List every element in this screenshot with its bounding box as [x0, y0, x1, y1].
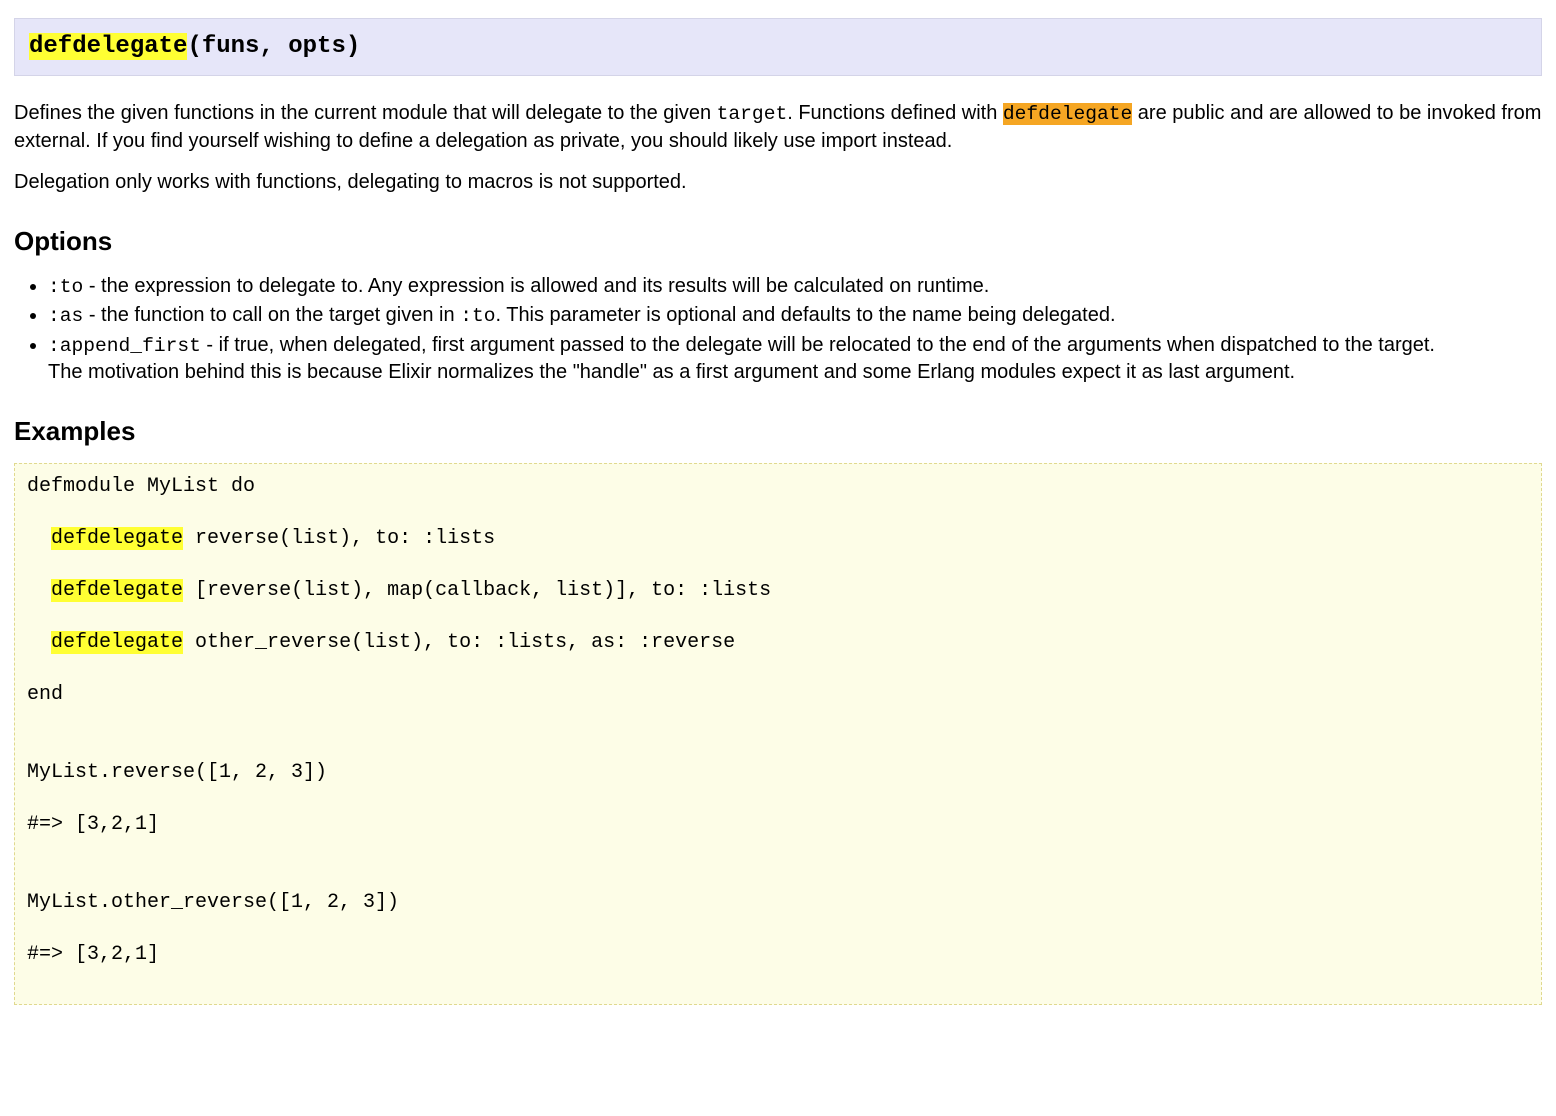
option-name: :append_first	[48, 335, 201, 357]
option-desc: - if true, when delegated, first argumen…	[201, 334, 1435, 356]
description-text: . Functions defined with	[787, 102, 1003, 124]
signature-args: (funs, opts)	[187, 33, 360, 60]
code-line: MyList.reverse([1, 2, 3])	[27, 760, 1529, 786]
options-list: :to - the expression to delegate to. Any…	[14, 273, 1542, 386]
code-text: [reverse(list), map(callback, list)], to…	[183, 579, 771, 602]
code-line: defdelegate [reverse(list), map(callback…	[27, 578, 1529, 604]
options-heading: Options	[14, 224, 1542, 259]
examples-heading: Examples	[14, 414, 1542, 449]
code-example: defmodule MyList do defdelegate reverse(…	[14, 463, 1542, 1005]
description-text: Defines the given functions in the curre…	[14, 102, 717, 124]
macro-name-highlight: defdelegate	[29, 33, 187, 60]
code-line: #=> [3,2,1]	[27, 812, 1529, 838]
option-as: :as - the function to call on the target…	[48, 302, 1542, 329]
code-indent	[27, 579, 51, 602]
option-name: :to	[48, 276, 83, 298]
code-line: end	[27, 682, 1529, 708]
option-append-first: :append_first - if true, when delegated,…	[48, 332, 1542, 386]
description-paragraph-1: Defines the given functions in the curre…	[14, 100, 1542, 154]
code-line: defdelegate other_reverse(list), to: :li…	[27, 630, 1529, 656]
option-desc: . This parameter is optional and default…	[495, 304, 1115, 326]
code-indent	[27, 527, 51, 550]
defdelegate-keyword: defdelegate	[51, 631, 183, 654]
defdelegate-keyword: defdelegate	[51, 579, 183, 602]
defdelegate-keyword: defdelegate	[51, 527, 183, 550]
option-desc: - the function to call on the target giv…	[83, 304, 460, 326]
code-line: MyList.other_reverse([1, 2, 3])	[27, 890, 1529, 916]
option-desc: - the expression to delegate to. Any exp…	[83, 275, 989, 297]
code-text: reverse(list), to: :lists	[183, 527, 495, 550]
option-desc: The motivation behind this is because El…	[48, 361, 1295, 383]
code-text: other_reverse(list), to: :lists, as: :re…	[183, 631, 735, 654]
code-line: defmodule MyList do	[27, 474, 1529, 500]
option-to: :to - the expression to delegate to. Any…	[48, 273, 1542, 300]
code-indent	[27, 631, 51, 654]
defdelegate-code-highlight: defdelegate	[1003, 103, 1132, 125]
target-code: target	[717, 103, 788, 125]
code-line: #=> [3,2,1]	[27, 942, 1529, 968]
function-signature: defdelegate(funs, opts)	[14, 18, 1542, 76]
code-line: defdelegate reverse(list), to: :lists	[27, 526, 1529, 552]
to-code: :to	[460, 305, 495, 327]
option-name: :as	[48, 305, 83, 327]
description-paragraph-2: Delegation only works with functions, de…	[14, 169, 1542, 196]
